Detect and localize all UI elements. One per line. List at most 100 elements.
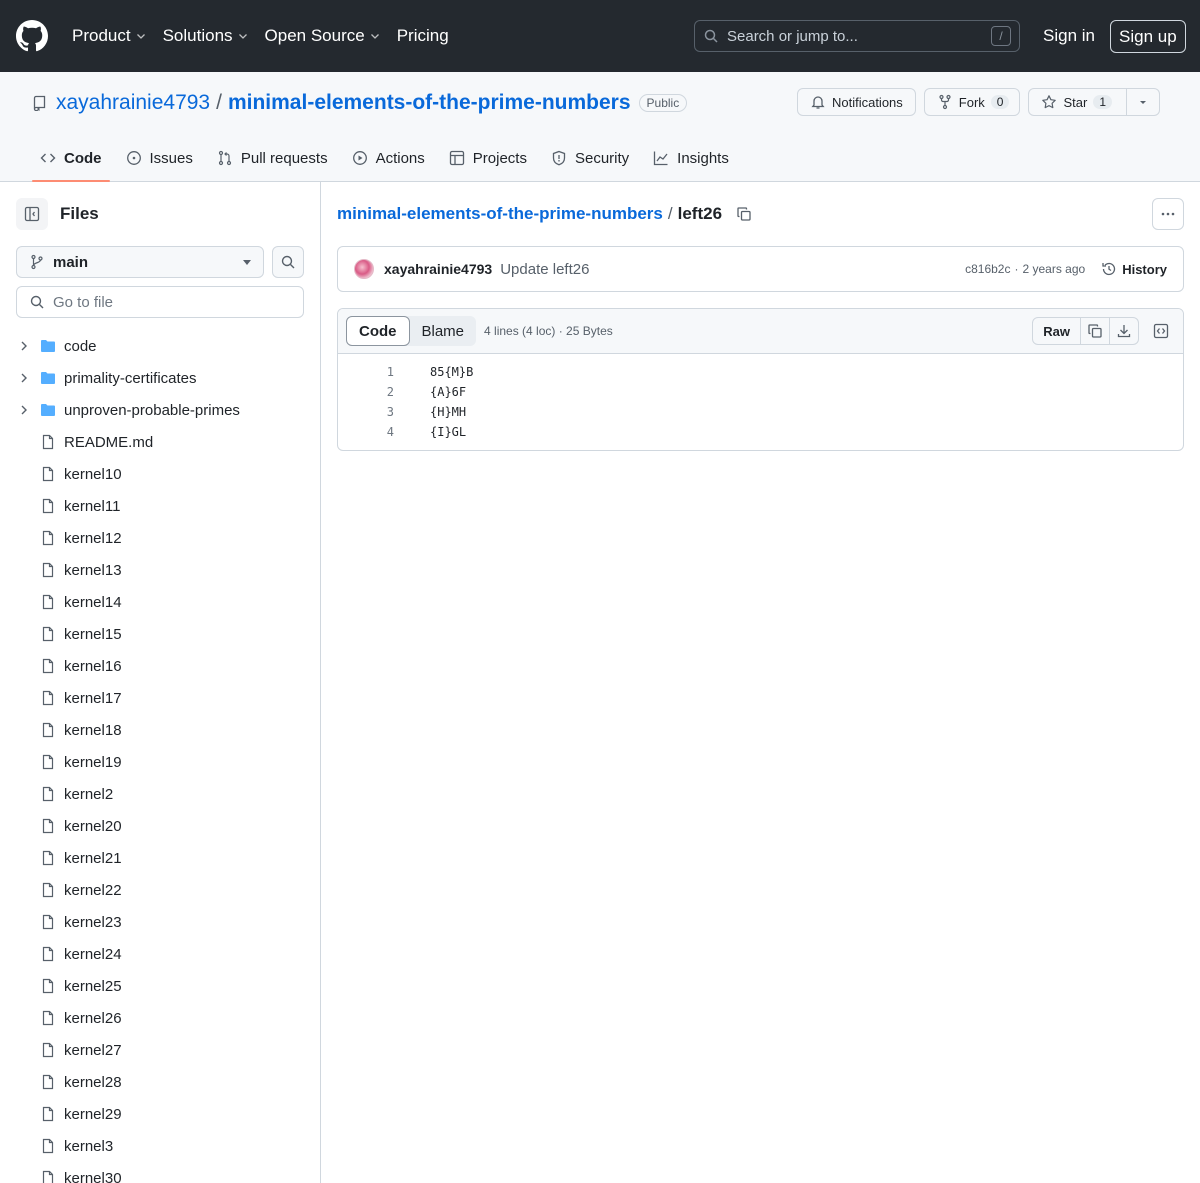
nav-solutions[interactable]: Solutions <box>163 26 249 46</box>
sign-up-button[interactable]: Sign up <box>1110 20 1186 53</box>
line-number[interactable]: 4 <box>338 425 394 439</box>
nav-product[interactable]: Product <box>72 26 147 46</box>
nav-pricing[interactable]: Pricing <box>397 26 449 46</box>
tree-file-item[interactable]: kernel18 <box>16 714 304 746</box>
tab-code-label: Code <box>64 149 102 167</box>
avatar[interactable] <box>354 259 374 279</box>
tree-file-item[interactable]: kernel28 <box>16 1066 304 1098</box>
commit-sha[interactable]: c816b2c <box>965 262 1010 276</box>
repo-owner-link[interactable]: xayahrainie4793 <box>56 91 210 115</box>
repo-name-link[interactable]: minimal-elements-of-the-prime-numbers <box>228 91 631 115</box>
tab-insights[interactable]: Insights <box>645 134 737 182</box>
visibility-badge: Public <box>638 94 688 112</box>
fork-button[interactable]: Fork 0 <box>923 88 1021 116</box>
tab-issues[interactable]: Issues <box>118 134 201 182</box>
collapse-sidebar-button[interactable] <box>16 198 48 230</box>
file-icon <box>42 754 54 770</box>
breadcrumb-repo-link[interactable]: minimal-elements-of-the-prime-numbers <box>337 204 663 224</box>
tree-file-item[interactable]: kernel13 <box>16 554 304 586</box>
history-link[interactable]: History <box>1101 261 1167 277</box>
tree-file-item[interactable]: kernel19 <box>16 746 304 778</box>
commit-message[interactable]: Update left26 <box>500 261 589 278</box>
history-icon <box>1102 262 1116 276</box>
tree-item-label: kernel16 <box>64 657 122 675</box>
file-icon <box>42 1010 54 1026</box>
meta-dot: · <box>1014 262 1019 276</box>
notifications-button[interactable]: Notifications <box>796 88 916 116</box>
tab-actions[interactable]: Actions <box>344 134 433 182</box>
more-options-button[interactable] <box>1152 198 1184 230</box>
tree-file-item[interactable]: kernel11 <box>16 490 304 522</box>
tree-folder-item[interactable]: code <box>16 330 304 362</box>
tree-file-item[interactable]: kernel24 <box>16 938 304 970</box>
download-button[interactable] <box>1110 317 1139 345</box>
tab-security[interactable]: Security <box>543 134 637 182</box>
tree-file-item[interactable]: kernel15 <box>16 618 304 650</box>
code-view-button[interactable]: Code <box>346 316 410 346</box>
tree-file-item[interactable]: README.md <box>16 426 304 458</box>
tab-projects[interactable]: Projects <box>441 134 535 182</box>
chevron-down-icon <box>370 34 379 39</box>
branch-selector[interactable]: main <box>16 246 264 278</box>
file-icon <box>42 658 54 674</box>
tab-code[interactable]: Code <box>32 134 110 182</box>
star-button[interactable]: Star 1 <box>1028 88 1127 116</box>
breadcrumb: minimal-elements-of-the-prime-numbers / … <box>337 198 1184 230</box>
github-logo-icon[interactable] <box>16 20 48 52</box>
line-number[interactable]: 3 <box>338 405 394 419</box>
tree-file-item[interactable]: kernel20 <box>16 810 304 842</box>
tree-file-item[interactable]: kernel30 <box>16 1162 304 1183</box>
global-search[interactable]: Search or jump to... / <box>694 20 1020 52</box>
tree-item-label: kernel10 <box>64 465 122 483</box>
copy-path-icon[interactable] <box>736 206 752 222</box>
tree-file-item[interactable]: kernel10 <box>16 458 304 490</box>
code-square-icon <box>1153 323 1169 339</box>
search-files-button[interactable] <box>272 246 304 278</box>
tree-file-item[interactable]: kernel3 <box>16 1130 304 1162</box>
tree-file-item[interactable]: kernel2 <box>16 778 304 810</box>
tree-file-item[interactable]: kernel25 <box>16 970 304 1002</box>
tree-file-item[interactable]: kernel26 <box>16 1002 304 1034</box>
tree-folder-item[interactable]: unproven-probable-primes <box>16 394 304 426</box>
tree-file-item[interactable]: kernel16 <box>16 650 304 682</box>
search-shortcut-key: / <box>991 26 1011 46</box>
chevron-right-icon[interactable] <box>16 370 32 386</box>
file-icon <box>42 1106 54 1122</box>
symbols-panel-button[interactable] <box>1147 317 1175 345</box>
sign-in-link[interactable]: Sign in <box>1043 26 1095 46</box>
tree-folder-item[interactable]: primality-certificates <box>16 362 304 394</box>
tree-item-label: kernel26 <box>64 1009 122 1027</box>
code-body: 1 85{M}B 2 {A}6F 3 {H}MH 4 {I}GL <box>338 354 1183 450</box>
chevron-right-icon[interactable] <box>16 338 32 354</box>
code-line: 3 {H}MH <box>338 402 1183 422</box>
tree-file-item[interactable]: kernel14 <box>16 586 304 618</box>
blame-view-button[interactable]: Blame <box>410 316 477 346</box>
copy-raw-button[interactable] <box>1081 317 1110 345</box>
tree-file-item[interactable]: kernel27 <box>16 1034 304 1066</box>
tree-file-item[interactable]: kernel22 <box>16 874 304 906</box>
file-icon <box>42 882 54 898</box>
fork-icon <box>939 94 951 110</box>
tab-pull-requests[interactable]: Pull requests <box>209 134 336 182</box>
file-icon <box>42 818 54 834</box>
go-to-file-input[interactable]: Go to file <box>16 286 304 318</box>
line-number[interactable]: 1 <box>338 365 394 379</box>
tree-item-label: kernel23 <box>64 913 122 931</box>
search-icon <box>704 29 718 43</box>
tree-file-item[interactable]: kernel12 <box>16 522 304 554</box>
tree-item-label: kernel27 <box>64 1041 122 1059</box>
star-dropdown-button[interactable] <box>1127 88 1160 116</box>
tree-file-item[interactable]: kernel23 <box>16 906 304 938</box>
repo-tabs: Code Issues Pull requests Actions Projec… <box>32 134 745 182</box>
tree-file-item[interactable]: kernel29 <box>16 1098 304 1130</box>
nav-open-source[interactable]: Open Source <box>265 26 381 46</box>
tree-file-item[interactable]: kernel21 <box>16 842 304 874</box>
raw-button[interactable]: Raw <box>1032 317 1081 345</box>
commit-author[interactable]: xayahrainie4793 <box>384 261 492 277</box>
repo-title: xayahrainie4793 / minimal-elements-of-th… <box>32 91 688 115</box>
fork-label: Fork <box>958 94 985 110</box>
line-number[interactable]: 2 <box>338 385 394 399</box>
table-icon <box>449 150 464 166</box>
chevron-right-icon[interactable] <box>16 402 32 418</box>
tree-file-item[interactable]: kernel17 <box>16 682 304 714</box>
